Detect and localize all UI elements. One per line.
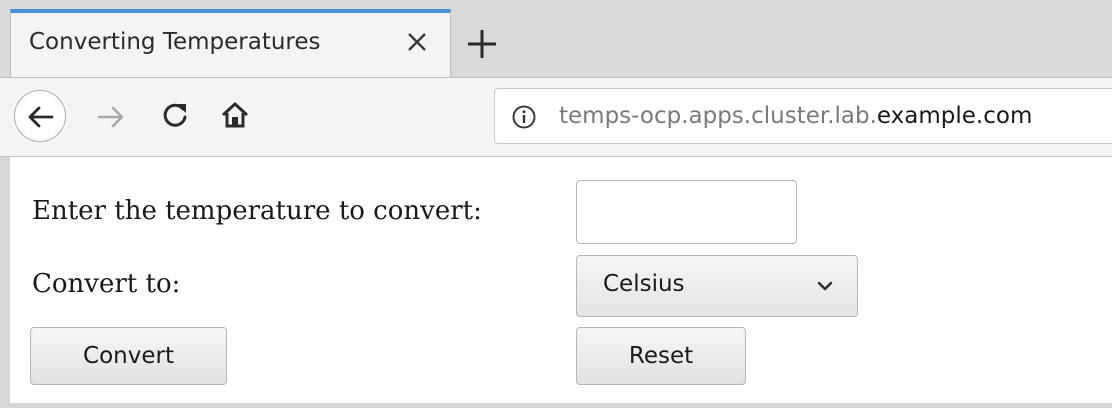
home-icon[interactable] <box>220 100 250 130</box>
back-button[interactable] <box>14 90 66 142</box>
page-content: Enter the temperature to convert: Conver… <box>10 157 1112 403</box>
tab-converting-temperatures[interactable]: Converting Temperatures <box>10 9 451 77</box>
tab-strip: Converting Temperatures <box>0 0 1112 78</box>
plus-icon[interactable] <box>462 24 502 64</box>
arrow-left-icon <box>28 106 54 128</box>
convert-button[interactable]: Convert <box>30 327 227 385</box>
reload-icon[interactable] <box>160 100 190 130</box>
address-bar[interactable]: temps-ocp.apps.cluster.lab.example.com <box>494 88 1112 144</box>
unit-select-value: Celsius <box>603 271 685 297</box>
info-icon[interactable] <box>511 104 537 130</box>
chevron-down-icon <box>815 276 835 296</box>
navigation-toolbar: temps-ocp.apps.cluster.lab.example.com <box>0 78 1112 157</box>
reset-button[interactable]: Reset <box>576 327 746 385</box>
temperature-label: Enter the temperature to convert: <box>32 196 482 226</box>
tab-title: Converting Temperatures <box>29 29 321 55</box>
browser-window: Converting Temperatures temps-ocp.apps.c… <box>0 0 1112 408</box>
temperature-input[interactable] <box>576 180 797 244</box>
url-text[interactable]: temps-ocp.apps.cluster.lab.example.com <box>559 103 1032 129</box>
arrow-right-icon[interactable] <box>96 102 126 132</box>
unit-select[interactable]: Celsius <box>576 255 858 317</box>
convert-to-label: Convert to: <box>32 269 181 299</box>
close-icon[interactable] <box>405 30 429 54</box>
url-host-prefix: temps-ocp.apps.cluster.lab. <box>559 103 877 129</box>
url-domain: example.com <box>876 103 1033 129</box>
